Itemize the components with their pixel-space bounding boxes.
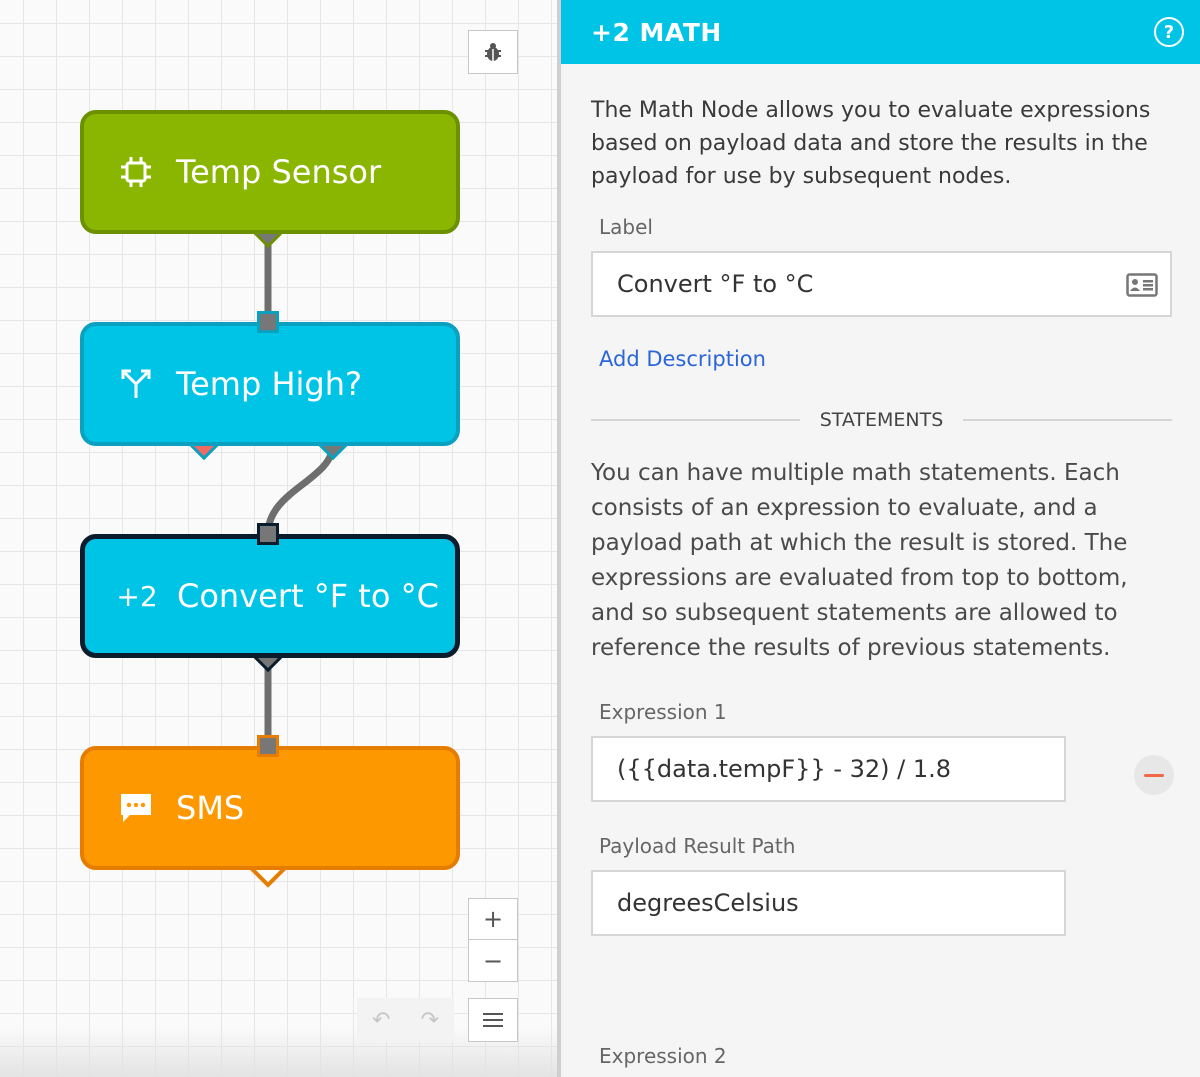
node-label: Convert °F to °C [177,577,439,615]
undo-icon[interactable]: ↶ [372,1008,390,1033]
node-label: Temp Sensor [176,153,382,191]
menu-button[interactable] [468,998,518,1042]
node-temp-sensor[interactable]: Temp Sensor [80,110,460,234]
menu-icon [483,1013,503,1027]
temp-high-input-port[interactable] [257,311,279,333]
panel-title: +2 MATH [591,17,722,47]
branch-icon [116,368,156,400]
plus-icon: + [482,905,504,933]
label-value: Convert °F to °C [617,270,814,298]
minus-icon [1144,773,1164,777]
result-path-input[interactable]: degreesCelsius [591,870,1066,936]
node-convert[interactable]: +2 Convert °F to °C [80,534,460,658]
label-caption: Label [599,215,653,239]
node-temp-high[interactable]: Temp High? [80,322,460,446]
math-icon: +2 [116,579,158,613]
remove-statement-button[interactable] [1134,755,1174,795]
add-description-link[interactable]: Add Description [599,347,766,371]
expression2-caption: Expression 2 [599,1044,727,1068]
panel-header: +2 MATH ? [561,0,1200,64]
chat-icon [116,791,156,825]
zoom-out-button[interactable]: − [468,940,518,982]
minus-icon: − [482,946,504,975]
expression1-caption: Expression 1 [599,700,727,724]
zoom-in-button[interactable]: + [468,898,518,940]
result-path-caption: Payload Result Path [599,834,796,858]
expression1-value: ({{data.tempF}} - 32) / 1.8 [617,755,952,783]
statements-separator: STATEMENTS [591,409,1173,431]
node-label: Temp High? [176,365,362,403]
node-label: SMS [176,789,245,827]
workflow-canvas[interactable]: Temp Sensor Temp High? +2 Convert °F to … [0,0,557,1077]
node-config-panel: +2 MATH ? The Math Node allows you to ev… [561,0,1200,1077]
sms-input-port[interactable] [257,735,279,757]
chip-icon [116,155,156,189]
section-title: STATEMENTS [819,409,944,431]
node-sms[interactable]: SMS [80,746,460,870]
id-card-icon[interactable] [1126,273,1158,297]
result-path-value: degreesCelsius [617,889,799,917]
help-icon[interactable]: ? [1154,17,1184,47]
expression1-input[interactable]: ({{data.tempF}} - 32) / 1.8 [591,736,1066,802]
redo-icon[interactable]: ↷ [421,1008,439,1033]
undo-redo-group: ↶ ↷ [357,998,454,1042]
statements-description: You can have multiple math statements. E… [591,460,1128,661]
node-intro: The Math Node allows you to evaluate exp… [591,98,1151,189]
convert-input-port[interactable] [257,523,279,545]
label-field[interactable]: Convert °F to °C [591,251,1172,317]
